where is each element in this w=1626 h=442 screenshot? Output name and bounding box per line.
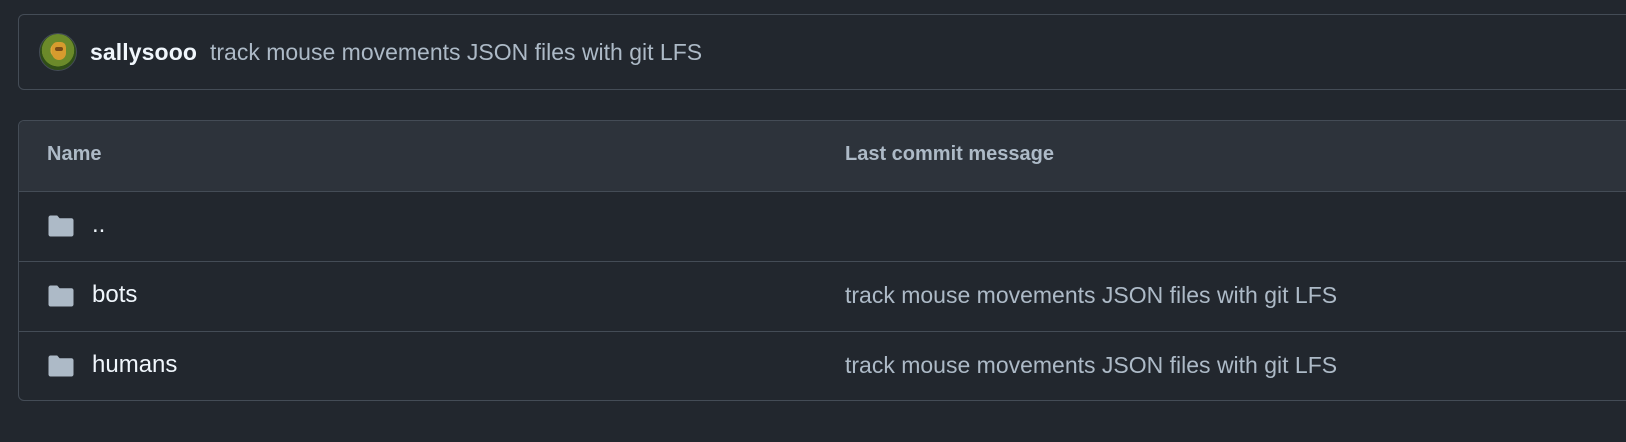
- column-header-last-commit-message: Last commit message: [845, 143, 1054, 165]
- folder-icon: [48, 355, 74, 377]
- row-last-commit-message[interactable]: track mouse movements JSON files with gi…: [845, 282, 1337, 309]
- row-name-parent-directory[interactable]: ..: [92, 211, 105, 239]
- table-row[interactable]: bots track mouse movements JSON files wi…: [19, 261, 1626, 331]
- commit-author[interactable]: sallysooo: [90, 39, 197, 66]
- avatar[interactable]: [39, 33, 77, 71]
- row-last-commit-message[interactable]: track mouse movements JSON files with gi…: [845, 352, 1337, 379]
- table-header: Name Last commit message: [19, 121, 1626, 191]
- commit-message[interactable]: track mouse movements JSON files with gi…: [210, 39, 702, 66]
- table-row[interactable]: humans track mouse movements JSON files …: [19, 331, 1626, 400]
- directory-table: Name Last commit message .. bots track m…: [18, 120, 1626, 401]
- row-name-bots[interactable]: bots: [92, 281, 137, 309]
- table-row[interactable]: ..: [19, 191, 1626, 261]
- file-browser: sallysooo track mouse movements JSON fil…: [0, 0, 1626, 442]
- latest-commit-bar: sallysooo track mouse movements JSON fil…: [18, 14, 1626, 90]
- folder-icon: [48, 285, 74, 307]
- folder-icon: [48, 215, 74, 237]
- row-name-humans[interactable]: humans: [92, 351, 177, 379]
- column-header-name: Name: [47, 143, 102, 165]
